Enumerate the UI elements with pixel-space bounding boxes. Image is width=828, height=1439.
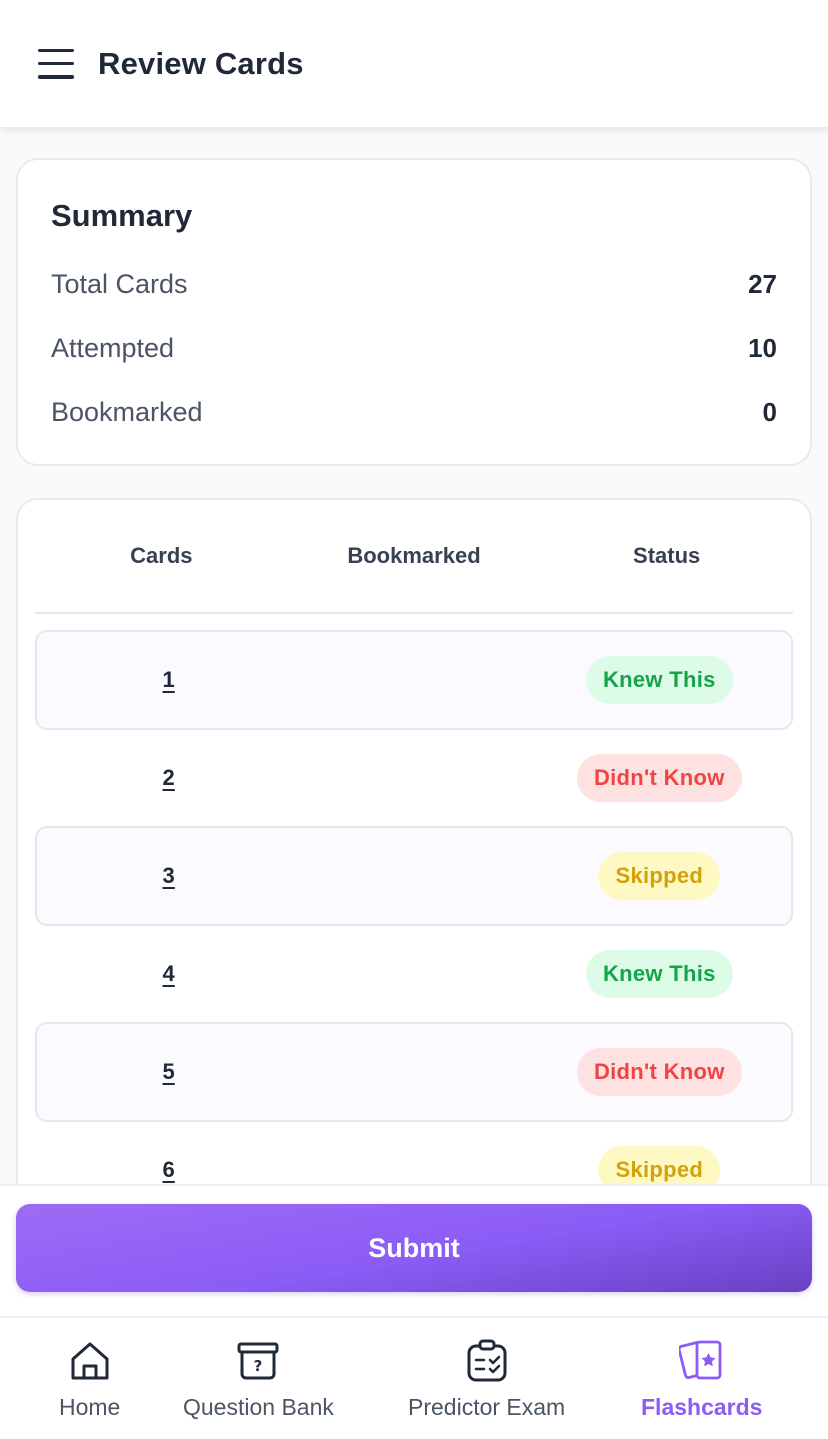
bottom-nav: Home ? Question Bank Predictor Exam Flas…	[0, 1316, 828, 1439]
table-row[interactable]: 1 Knew This	[35, 630, 793, 730]
summary-card: Summary Total Cards 27 Attempted 10 Book…	[16, 158, 812, 466]
column-header-status: Status	[633, 543, 701, 568]
summary-label: Attempted	[51, 332, 175, 363]
submit-button[interactable]: Submit	[16, 1204, 812, 1292]
summary-label: Bookmarked	[51, 396, 203, 427]
table-header: Cards Bookmarked Status	[35, 500, 793, 614]
nav-label: Question Bank	[183, 1394, 334, 1420]
card-number-link[interactable]: 2	[163, 765, 175, 791]
table-row[interactable]: 2 Didn't Know	[35, 728, 793, 828]
home-icon	[71, 1342, 109, 1380]
summary-value: 0	[762, 396, 777, 427]
status-badge: Didn't Know	[576, 754, 742, 802]
card-number-link[interactable]: 4	[163, 961, 175, 987]
status-badge: Didn't Know	[576, 1048, 742, 1096]
nav-item-question-bank[interactable]: ? Question Bank	[183, 1338, 334, 1421]
summary-value: 10	[748, 332, 777, 363]
nav-item-predictor-exam[interactable]: Predictor Exam	[408, 1338, 565, 1421]
menu-icon[interactable]	[38, 48, 74, 79]
question-bank-icon: ?	[237, 1342, 279, 1380]
card-number-link[interactable]: 1	[163, 667, 175, 693]
status-badge: Skipped	[598, 852, 721, 900]
nav-label: Flashcards	[641, 1394, 763, 1420]
page-title: Review Cards	[98, 45, 304, 81]
summary-row-attempted: Attempted 10	[51, 316, 777, 380]
nav-label: Predictor Exam	[408, 1394, 566, 1420]
nav-item-home[interactable]: Home	[59, 1338, 120, 1421]
status-badge: Knew This	[585, 656, 733, 704]
app-header: Review Cards	[0, 0, 828, 128]
table-row[interactable]: 5 Didn't Know	[35, 1022, 793, 1122]
summary-label: Total Cards	[51, 268, 188, 299]
summary-row-total: Total Cards 27	[51, 252, 777, 316]
table-body: 1 Knew This 2 Didn't Know 3 Skipped 4 Kn…	[35, 614, 793, 1220]
nav-label: Home	[59, 1394, 121, 1420]
flashcards-icon	[678, 1340, 722, 1380]
summary-value: 27	[748, 268, 777, 299]
summary-row-bookmarked: Bookmarked 0	[51, 380, 777, 444]
status-badge: Knew This	[585, 950, 733, 998]
table-row[interactable]: 3 Skipped	[35, 826, 793, 926]
predictor-exam-icon	[467, 1339, 507, 1382]
submit-bar: Submit	[0, 1184, 828, 1316]
card-number-link[interactable]: 5	[163, 1059, 175, 1085]
column-header-cards: Cards	[130, 543, 193, 568]
cards-table: Cards Bookmarked Status 1 Knew This 2 Di…	[16, 498, 812, 1258]
card-number-link[interactable]: 3	[163, 863, 175, 889]
nav-item-flashcards[interactable]: Flashcards	[641, 1338, 762, 1421]
column-header-bookmarked: Bookmarked	[347, 543, 481, 568]
card-number-link[interactable]: 6	[163, 1157, 175, 1183]
summary-title: Summary	[51, 198, 193, 233]
svg-text:?: ?	[254, 1357, 263, 1375]
table-row[interactable]: 4 Knew This	[35, 924, 793, 1024]
